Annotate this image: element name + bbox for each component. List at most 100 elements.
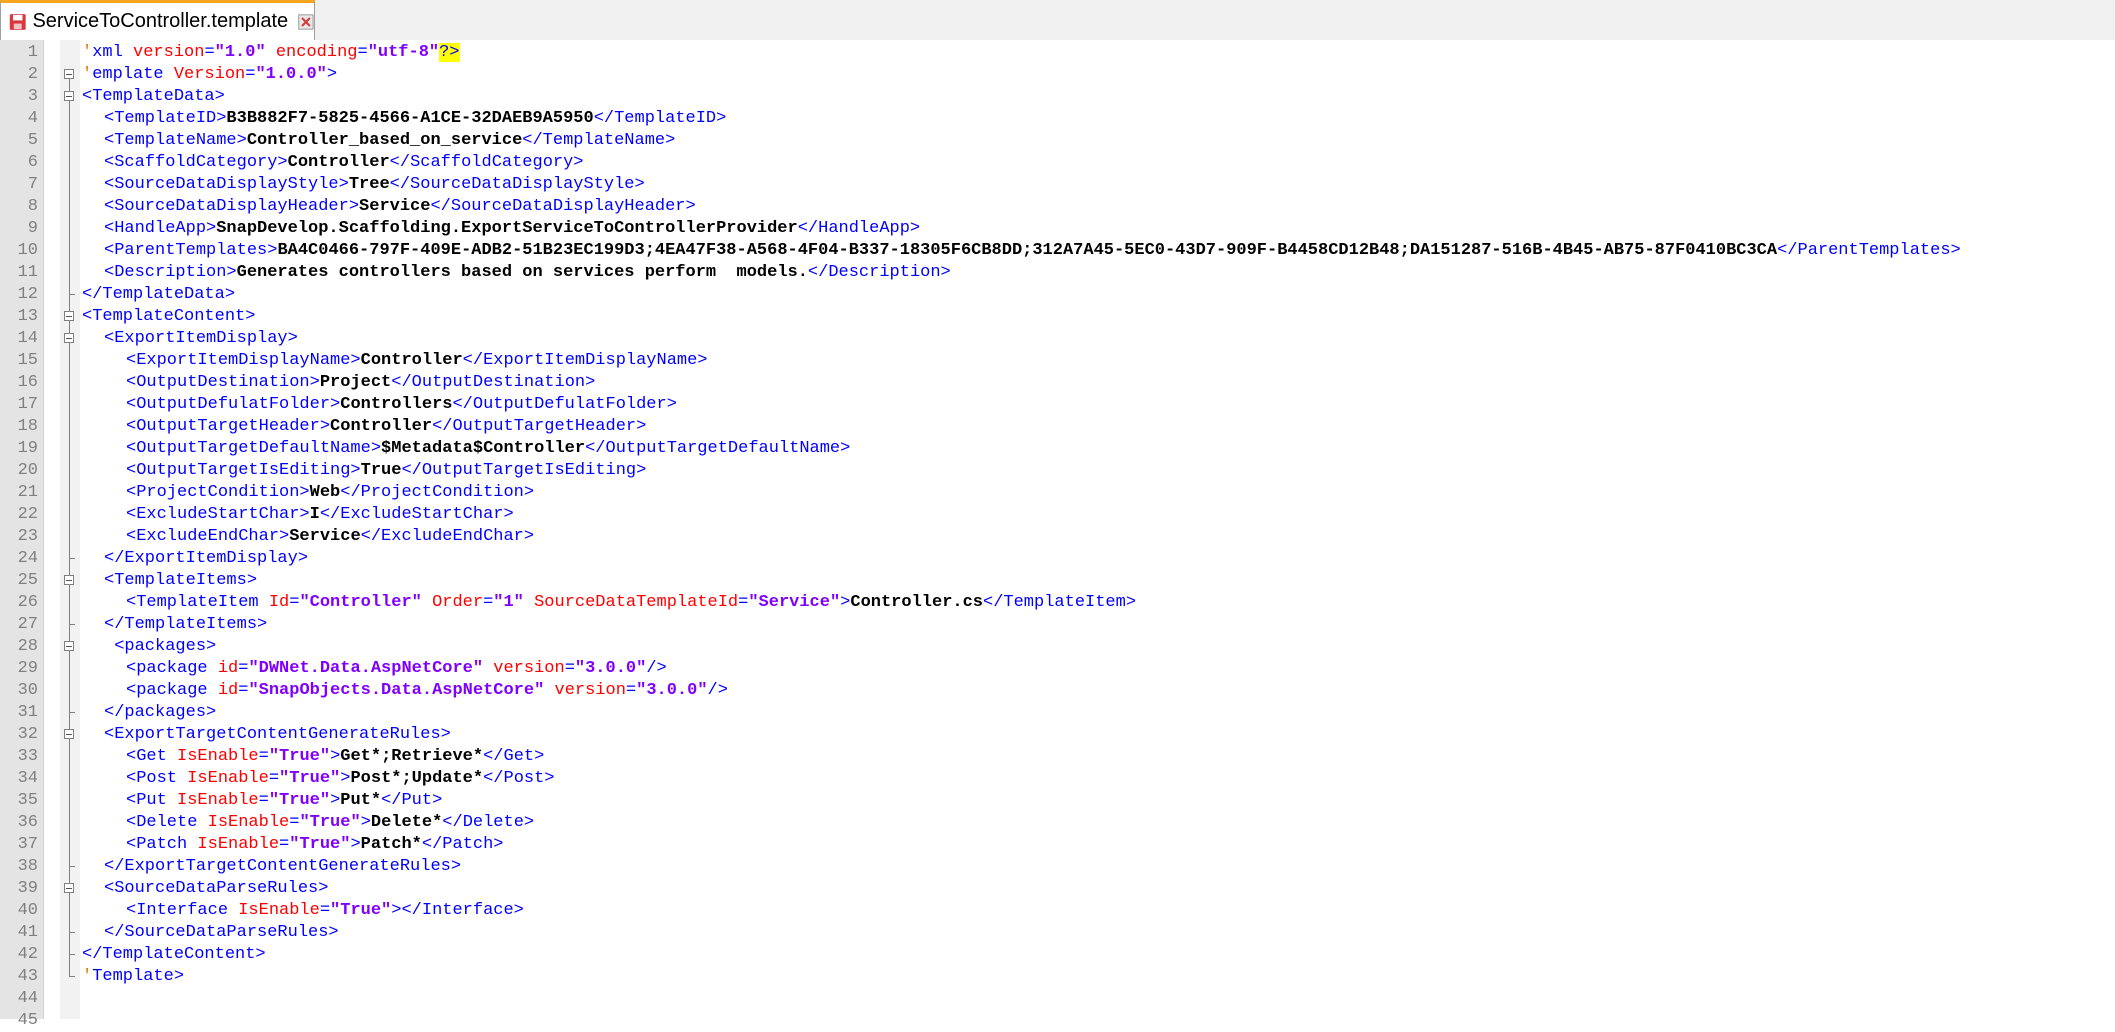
code-line[interactable]: 11 <Description>Generates controllers bas… <box>0 262 2115 284</box>
code-line[interactable]: 18 <OutputTargetHeader>Controller</Output… <box>0 416 2115 438</box>
line-number: 12 <box>17 285 38 304</box>
code-token: version <box>133 43 205 62</box>
code-token: <TemplateContent> <box>82 307 256 326</box>
close-icon[interactable] <box>298 12 314 32</box>
code-line[interactable]: 13 <TemplateContent> <box>0 306 2115 328</box>
code-text: <ExportItemDisplayName>Controller</Expor… <box>126 350 708 372</box>
line-number: 44 <box>17 989 38 1008</box>
code-line[interactable]: 16 <OutputDestination>Project</OutputDest… <box>0 372 2115 394</box>
code-token: </OutputDestination> <box>391 373 596 392</box>
code-line[interactable]: 40 <Interface IsEnable="True"></Interface… <box>0 900 2115 922</box>
code-text: 'emplate Version="1.0.0"> <box>82 64 337 86</box>
code-line[interactable]: 43 'Template> <box>0 966 2115 988</box>
code-token: SnapDevelop.Scaffolding.ExportServiceToC… <box>216 219 798 238</box>
code-line[interactable]: 1'xml version="1.0" encoding="utf-8"?> <box>0 42 2115 64</box>
code-line[interactable]: 10 <ParentTemplates>BA4C0466-797F-409E-AD… <box>0 240 2115 262</box>
code-token: id <box>217 681 239 700</box>
fold-toggle-icon[interactable] <box>64 306 76 328</box>
code-line[interactable]: 3 <TemplateData> <box>0 86 2115 108</box>
code-line[interactable]: 6 <ScaffoldCategory>Controller</ScaffoldC… <box>0 152 2115 174</box>
code-text: <OutputTargetIsEditing>True</OutputTarge… <box>126 460 646 482</box>
code-line[interactable]: 15 <ExportItemDisplayName>Controller</Exp… <box>0 350 2115 372</box>
code-token: ></Interface> <box>391 901 524 920</box>
code-token: <Patch <box>126 835 198 854</box>
code-line[interactable]: 23 <ExcludeEndChar>Service</ExcludeEndCha… <box>0 526 2115 548</box>
code-line[interactable]: 26 <TemplateItem Id="Controller" Order="1… <box>0 592 2115 614</box>
code-token: Web <box>309 483 341 502</box>
code-token: > <box>340 769 351 788</box>
code-text: <TemplateID>B3B882F7-5825-4566-A1CE-32DA… <box>104 108 726 130</box>
code-token: Service <box>289 527 361 546</box>
fold-guide-line <box>64 504 76 526</box>
code-line[interactable]: 41 </SourceDataParseRules> <box>0 922 2115 944</box>
code-line[interactable]: 12 </TemplateData> <box>0 284 2115 306</box>
code-token: </TemplateItems> <box>104 615 268 634</box>
code-editor[interactable]: 1'xml version="1.0" encoding="utf-8"?> 2 '… <box>0 40 2115 1030</box>
code-token: = <box>483 593 494 612</box>
code-token: IsEnable <box>197 835 280 854</box>
code-line[interactable]: 4 <TemplateID>B3B882F7-5825-4566-A1CE-32D… <box>0 108 2115 130</box>
code-line[interactable]: 8 <SourceDataDisplayHeader>Service</Sourc… <box>0 196 2115 218</box>
code-line[interactable]: 34 <Post IsEnable="True">Post*;Update*</P… <box>0 768 2115 790</box>
code-token: <SourceDataDisplayStyle> <box>104 175 349 194</box>
code-line[interactable]: 33 <Get IsEnable="True">Get*;Retrieve*</G… <box>0 746 2115 768</box>
code-token: <OutputDefulatFolder> <box>126 395 341 414</box>
code-line[interactable]: 20 <OutputTargetIsEditing>True</OutputTar… <box>0 460 2115 482</box>
code-line[interactable]: 28 <packages> <box>0 636 2115 658</box>
code-line[interactable]: 37 <Patch IsEnable="True">Patch*</Patch> <box>0 834 2115 856</box>
code-token: Controller <box>330 417 433 436</box>
code-token: version <box>554 681 626 700</box>
code-token: </TemplateItem> <box>983 593 1137 612</box>
file-tab[interactable]: ServiceToController.template <box>0 0 315 40</box>
code-token: <SourceDataDisplayHeader> <box>104 197 360 216</box>
code-line[interactable]: 17 <OutputDefulatFolder>Controllers</Outp… <box>0 394 2115 416</box>
code-line[interactable]: 36 <Delete IsEnable="True">Delete*</Delet… <box>0 812 2115 834</box>
line-number: 41 <box>17 923 38 942</box>
fold-end-marker <box>64 702 76 724</box>
line-number: 28 <box>17 637 38 656</box>
tab-bar: ServiceToController.template <box>0 0 2115 41</box>
code-line[interactable]: 42 </TemplateContent> <box>0 944 2115 966</box>
code-line[interactable]: 35 <Put IsEnable="True">Put*</Put> <box>0 790 2115 812</box>
code-line[interactable]: 25 <TemplateItems> <box>0 570 2115 592</box>
code-line[interactable]: 39 <SourceDataParseRules> <box>0 878 2115 900</box>
code-line[interactable]: 2 'emplate Version="1.0.0"> <box>0 64 2115 86</box>
fold-toggle-icon[interactable] <box>64 86 76 108</box>
code-token: </ExportTargetContentGenerateRules> <box>104 857 462 876</box>
code-line[interactable]: 5 <TemplateName>Controller_based_on_servi… <box>0 130 2115 152</box>
fold-toggle-icon[interactable] <box>64 570 76 592</box>
code-text: <Description>Generates controllers based… <box>104 262 951 284</box>
code-line[interactable]: 31 </packages> <box>0 702 2115 724</box>
fold-guide-line <box>64 592 76 614</box>
fold-toggle-icon[interactable] <box>64 328 76 350</box>
code-line[interactable]: 9 <HandleApp>SnapDevelop.Scaffolding.Expo… <box>0 218 2115 240</box>
code-line[interactable]: 27 </TemplateItems> <box>0 614 2115 636</box>
code-token: /> <box>707 681 728 700</box>
code-text: <TemplateItem Id="Controller" Order="1" … <box>126 592 1136 614</box>
code-line[interactable]: 29 <package id="DWNet.Data.AspNetCore" ve… <box>0 658 2115 680</box>
code-line[interactable]: 44 <box>0 988 2115 1010</box>
code-line[interactable]: 7 <SourceDataDisplayStyle>Tree</SourceDat… <box>0 174 2115 196</box>
line-number: 32 <box>17 725 38 744</box>
code-token: = <box>738 593 749 612</box>
code-line[interactable]: 21 <ProjectCondition>Web</ProjectConditio… <box>0 482 2115 504</box>
code-line[interactable]: 32 <ExportTargetContentGenerateRules> <box>0 724 2115 746</box>
fold-guide-line <box>64 482 76 504</box>
fold-toggle-icon[interactable] <box>64 724 76 746</box>
code-line[interactable]: 14 <ExportItemDisplay> <box>0 328 2115 350</box>
code-line[interactable]: 45 <box>0 1010 2115 1032</box>
code-line[interactable]: 19 <OutputTargetDefaultName>$Metadata$Con… <box>0 438 2115 460</box>
code-line[interactable]: 38 </ExportTargetContentGenerateRules> <box>0 856 2115 878</box>
code-line[interactable]: 30 <package id="SnapObjects.Data.AspNetCo… <box>0 680 2115 702</box>
fold-toggle-icon[interactable] <box>64 636 76 658</box>
code-token: "True" <box>268 791 331 810</box>
code-token: Post*;Update* <box>350 769 484 788</box>
code-token: <Get <box>126 747 178 766</box>
code-line[interactable]: 22 <ExcludeStartChar>I</ExcludeStartChar> <box>0 504 2115 526</box>
code-token: "Controller" <box>299 593 422 612</box>
code-token: Controller <box>360 351 463 370</box>
code-line[interactable]: 24 </ExportItemDisplay> <box>0 548 2115 570</box>
fold-toggle-icon[interactable] <box>64 64 76 86</box>
fold-toggle-icon[interactable] <box>64 878 76 900</box>
